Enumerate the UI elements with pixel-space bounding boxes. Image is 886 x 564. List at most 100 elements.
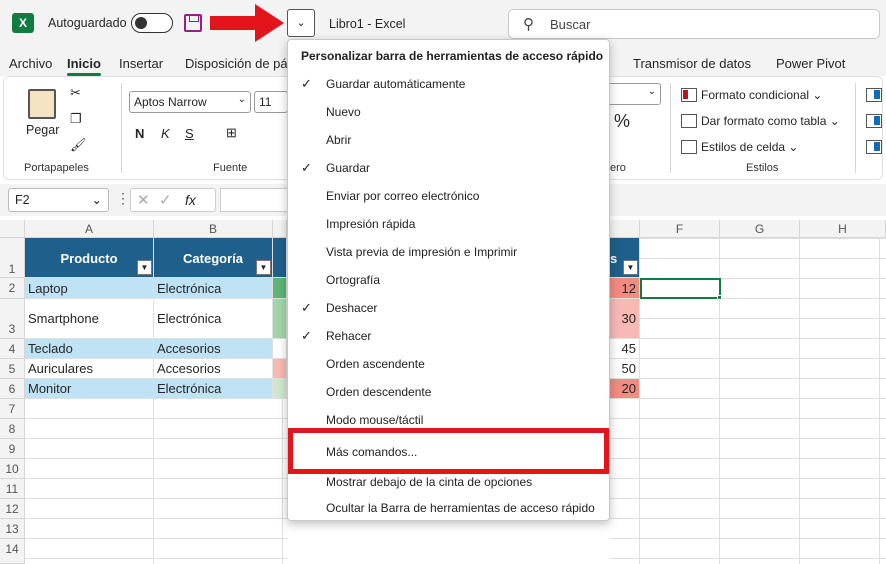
menu-item-nuevo[interactable]: Nuevo xyxy=(288,98,609,126)
row-header-11[interactable]: 11 xyxy=(0,479,25,499)
format-as-table-button[interactable]: Dar formato como tabla ⌄ xyxy=(681,114,840,128)
fill-handle[interactable] xyxy=(717,295,722,300)
font-name-dropdown[interactable]: Aptos Narrow ⌄ xyxy=(129,91,251,113)
format-painter-icon[interactable]: 🖌 xyxy=(70,137,87,153)
table-cell[interactable]: 20 xyxy=(610,379,640,399)
menu-item-vista-previa[interactable]: Vista previa de impresión e Imprimir xyxy=(288,238,609,266)
row-header-13[interactable]: 13 xyxy=(0,519,25,539)
table-cell[interactable]: Electrónica xyxy=(154,379,273,399)
table-cell[interactable]: Teclado xyxy=(25,339,154,359)
table-cell[interactable]: Laptop xyxy=(25,278,154,299)
tab-transmisor[interactable]: Transmisor de datos xyxy=(633,56,751,71)
paste-icon[interactable] xyxy=(28,89,56,119)
table-cell[interactable]: Electrónica xyxy=(154,299,273,339)
toggle-knob xyxy=(135,17,147,29)
borders-icon[interactable]: ⊞ xyxy=(226,125,237,141)
cut-icon[interactable]: ✂ xyxy=(70,85,81,101)
row-header-14[interactable]: 14 xyxy=(0,539,25,564)
enter-icon[interactable]: ✓ xyxy=(159,191,172,209)
table-cell[interactable]: 30 xyxy=(610,299,640,339)
column-header-g[interactable]: G xyxy=(720,220,800,238)
copy-icon[interactable]: ❐ xyxy=(70,111,82,127)
row-header-7[interactable]: 7 xyxy=(0,399,25,419)
tab-power-pivot[interactable]: Power Pivot xyxy=(776,56,845,71)
tab-inicio[interactable]: Inicio xyxy=(67,56,101,76)
row-header-12[interactable]: 12 xyxy=(0,499,25,519)
tab-disposicion[interactable]: Disposición de pá xyxy=(185,56,288,71)
underline-button[interactable]: S xyxy=(185,126,194,141)
italic-button[interactable]: K xyxy=(161,126,170,141)
menu-item-orden-descendente[interactable]: Orden descendente xyxy=(288,378,609,406)
row-header-3[interactable]: 3 xyxy=(0,299,25,339)
save-icon[interactable] xyxy=(184,14,202,32)
table-cell[interactable]: Smartphone xyxy=(25,299,154,339)
row-header-1[interactable]: 1 xyxy=(0,238,25,278)
table-header-hidden[interactable] xyxy=(273,238,287,278)
menu-item-deshacer[interactable]: ✓ Deshacer xyxy=(288,294,609,322)
menu-item-abrir[interactable]: Abrir xyxy=(288,126,609,154)
filter-dropdown-icon[interactable]: ▼ xyxy=(256,260,271,275)
menu-item-orden-ascendente[interactable]: Orden ascendente xyxy=(288,350,609,378)
table-header-producto[interactable]: Producto xyxy=(25,238,154,278)
column-header-c[interactable] xyxy=(273,220,287,238)
column-header-b[interactable]: B xyxy=(154,220,273,238)
cancel-icon[interactable]: ✕ xyxy=(137,191,150,209)
paste-button[interactable]: Pegar xyxy=(26,123,59,137)
name-box[interactable]: F2 ⌄ xyxy=(8,188,109,212)
menu-item-guardar-automaticamente[interactable]: ✓ Guardar automáticamente xyxy=(288,70,609,98)
row-header-10[interactable]: 10 xyxy=(0,459,25,479)
column-header-e[interactable] xyxy=(610,220,640,238)
selected-cell-f2[interactable] xyxy=(640,278,721,299)
menu-item-ortografia[interactable]: Ortografía xyxy=(288,266,609,294)
tab-insertar[interactable]: Insertar xyxy=(119,56,163,71)
font-size-dropdown[interactable]: 11 xyxy=(254,91,288,113)
table-cell[interactable] xyxy=(273,299,287,339)
search-box[interactable]: ⚲ Buscar xyxy=(508,9,880,39)
table-cell[interactable]: Monitor xyxy=(25,379,154,399)
formula-input[interactable] xyxy=(220,188,290,212)
bold-button[interactable]: N xyxy=(135,126,144,141)
format-cells-icon[interactable] xyxy=(866,140,882,154)
table-cell[interactable]: 45 xyxy=(610,339,640,359)
autosave-toggle[interactable] xyxy=(131,13,173,33)
table-cell[interactable]: Electrónica xyxy=(154,278,273,299)
filter-dropdown-icon[interactable]: ▼ xyxy=(137,260,152,275)
menu-item-guardar[interactable]: ✓ Guardar xyxy=(288,154,609,182)
table-cell[interactable]: 12 xyxy=(610,278,640,299)
row-header-6[interactable]: 6 xyxy=(0,379,25,399)
row-header-8[interactable]: 8 xyxy=(0,419,25,439)
menu-item-rehacer[interactable]: ✓ Rehacer xyxy=(288,322,609,350)
qat-customize-dropdown-button[interactable]: ⌄ xyxy=(287,9,315,37)
column-header-a[interactable]: A xyxy=(25,220,154,238)
row-header-4[interactable]: 4 xyxy=(0,339,25,359)
row-header-2[interactable]: 2 xyxy=(0,278,25,299)
menu-item-ocultar-barra[interactable]: Ocultar la Barra de herramientas de acce… xyxy=(288,494,609,522)
table-cell[interactable]: 50 xyxy=(610,359,640,379)
percent-button[interactable]: % xyxy=(614,111,630,132)
table-cell[interactable]: Auriculares xyxy=(25,359,154,379)
column-header-h[interactable]: H xyxy=(800,220,886,238)
cell-styles-button[interactable]: Estilos de celda ⌄ xyxy=(681,140,798,154)
column-header-f[interactable]: F xyxy=(640,220,720,238)
filter-dropdown-icon[interactable]: ▼ xyxy=(623,260,638,275)
table-cell[interactable]: Accesorios xyxy=(154,359,273,379)
row-header-9[interactable]: 9 xyxy=(0,439,25,459)
delete-cells-icon[interactable] xyxy=(866,114,882,128)
table-cell[interactable] xyxy=(273,278,287,299)
table-cell[interactable]: Accesorios xyxy=(154,339,273,359)
insert-function-button[interactable]: fx xyxy=(185,192,196,208)
conditional-format-button[interactable]: Formato condicional ⌄ xyxy=(681,88,822,102)
table-cell[interactable] xyxy=(273,339,287,359)
insert-cells-icon[interactable] xyxy=(866,88,882,102)
table-cell[interactable] xyxy=(273,359,287,379)
check-icon: ✓ xyxy=(301,76,312,91)
empty-cells[interactable] xyxy=(25,399,287,564)
select-all-corner[interactable] xyxy=(0,220,25,238)
row-header-5[interactable]: 5 xyxy=(0,359,25,379)
group-label-portapapeles: Portapapeles xyxy=(24,162,89,174)
menu-item-enviar-correo[interactable]: Enviar por correo electrónico xyxy=(288,182,609,210)
tab-archivo[interactable]: Archivo xyxy=(9,56,52,71)
table-cell[interactable] xyxy=(273,379,287,399)
menu-item-impresion-rapida[interactable]: Impresión rápida xyxy=(288,210,609,238)
more-options-icon[interactable]: ⋮ xyxy=(116,190,130,207)
